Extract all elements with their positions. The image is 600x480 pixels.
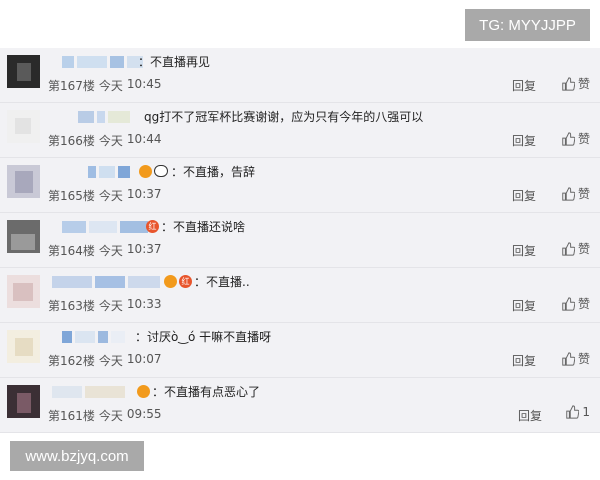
level-badge-icon xyxy=(137,384,150,398)
comment-meta: 第161楼 今天 09:55 xyxy=(48,407,162,424)
comment-list: ：不直播再见 第167楼 今天 10:45 回复 赞 qg打不了冠军杯比赛谢谢，… xyxy=(0,48,600,433)
timestamp: 10:33 xyxy=(126,297,162,311)
day: 今天 xyxy=(98,299,123,313)
comment-text: ：不直播，告辞 xyxy=(139,162,255,180)
comment-meta: 第164楼 今天 10:37 xyxy=(48,242,162,259)
thumbs-up-icon xyxy=(566,405,580,419)
comment-meta: 第163楼 今天 10:33 xyxy=(48,297,162,314)
comment-text: qg打不了冠军杯比赛谢谢，应为只有今年的八强可以 xyxy=(144,109,424,124)
day: 今天 xyxy=(98,134,123,148)
floor-number: 第164楼 xyxy=(48,244,95,258)
floor-number: 第165楼 xyxy=(48,189,95,203)
reply-button[interactable]: 回复 xyxy=(512,352,536,369)
thumbs-up-icon xyxy=(562,186,575,201)
floor-number: 第167楼 xyxy=(48,79,95,93)
like-button[interactable]: 赞 xyxy=(561,350,590,367)
timestamp: 10:07 xyxy=(126,352,162,366)
username-blurred[interactable] xyxy=(62,221,148,233)
reply-button[interactable]: 回复 xyxy=(512,242,536,259)
day: 今天 xyxy=(98,409,123,423)
comment-text: ：不直播再见 xyxy=(138,54,211,69)
like-button[interactable]: 赞 xyxy=(561,240,590,257)
floor-number: 第163楼 xyxy=(48,299,95,313)
avatar[interactable] xyxy=(7,165,40,198)
avatar[interactable] xyxy=(7,330,40,363)
timestamp: 10:45 xyxy=(126,77,162,91)
watermark-top: TG: MYYJJPP xyxy=(465,9,590,41)
username-blurred[interactable] xyxy=(62,56,143,68)
avatar[interactable] xyxy=(7,275,40,308)
day: 今天 xyxy=(98,79,123,93)
comment-item: ：不直播有点恶心了 第161楼 今天 09:55 回复 1 xyxy=(0,378,600,433)
avatar[interactable] xyxy=(7,385,40,418)
reply-button[interactable]: 回复 xyxy=(512,297,536,314)
watermark-bottom: www.bzjyq.com xyxy=(10,441,144,471)
reply-button[interactable]: 回复 xyxy=(512,77,536,94)
reply-button[interactable]: 回复 xyxy=(512,187,536,204)
floor-number: 第166楼 xyxy=(48,134,95,148)
username-blurred[interactable] xyxy=(52,276,160,288)
comment-text: ：不直播有点恶心了 xyxy=(137,382,260,400)
comment-item: 红 ：不直播.. 第163楼 今天 10:33 回复 赞 xyxy=(0,268,600,323)
thumbs-up-icon xyxy=(562,296,575,311)
level-badge-icon xyxy=(164,274,177,288)
timestamp: 10:37 xyxy=(126,242,162,256)
like-button[interactable]: 赞 xyxy=(561,130,590,147)
username-blurred[interactable] xyxy=(88,166,130,178)
red-badge-icon: 红 xyxy=(179,274,192,288)
comment-text: 红 ：不直播.. xyxy=(164,272,250,290)
comment-text: 红 ：不直播还说啥 xyxy=(146,217,245,235)
day: 今天 xyxy=(98,244,123,258)
day: 今天 xyxy=(98,189,123,203)
comment-meta: 第162楼 今天 10:07 xyxy=(48,352,162,369)
avatar[interactable] xyxy=(7,55,40,88)
reply-button[interactable]: 回复 xyxy=(518,407,542,424)
reply-button[interactable]: 回复 xyxy=(512,132,536,149)
thumbs-up-icon xyxy=(562,131,575,146)
floor-number: 第162楼 xyxy=(48,354,95,368)
comment-item: ：讨厌ò‿ó 干嘛不直播呀 第162楼 今天 10:07 回复 赞 xyxy=(0,323,600,378)
thumbs-up-icon xyxy=(562,351,575,366)
timestamp: 10:44 xyxy=(126,132,162,146)
username-blurred[interactable] xyxy=(52,386,125,398)
avatar[interactable] xyxy=(7,110,40,143)
comment-item: ：不直播再见 第167楼 今天 10:45 回复 赞 xyxy=(0,48,600,103)
username-blurred[interactable] xyxy=(78,111,130,123)
comment-item: ：不直播，告辞 第165楼 今天 10:37 回复 赞 xyxy=(0,158,600,213)
timestamp: 09:55 xyxy=(126,407,162,421)
like-button[interactable]: 赞 xyxy=(561,295,590,312)
day: 今天 xyxy=(98,354,123,368)
red-badge-icon: 红 xyxy=(146,219,159,233)
timestamp: 10:37 xyxy=(126,187,162,201)
comment-meta: 第167楼 今天 10:45 xyxy=(48,77,162,94)
username-blurred[interactable] xyxy=(62,331,125,343)
like-button[interactable]: 赞 xyxy=(561,185,590,202)
level-badge-icon xyxy=(139,164,152,178)
avatar[interactable] xyxy=(7,220,40,253)
like-button[interactable]: 1 xyxy=(565,405,590,419)
comment-item: qg打不了冠军杯比赛谢谢，应为只有今年的八强可以 第166楼 今天 10:44 … xyxy=(0,103,600,158)
panda-icon xyxy=(154,165,168,177)
comment-text: ：讨厌ò‿ó 干嘛不直播呀 xyxy=(135,329,272,344)
floor-number: 第161楼 xyxy=(48,409,95,423)
thumbs-up-icon xyxy=(562,76,575,91)
like-button[interactable]: 赞 xyxy=(561,75,590,92)
comment-item: 红 ：不直播还说啥 第164楼 今天 10:37 回复 赞 xyxy=(0,213,600,268)
comment-meta: 第165楼 今天 10:37 xyxy=(48,187,162,204)
comment-meta: 第166楼 今天 10:44 xyxy=(48,132,162,149)
thumbs-up-icon xyxy=(562,241,575,256)
